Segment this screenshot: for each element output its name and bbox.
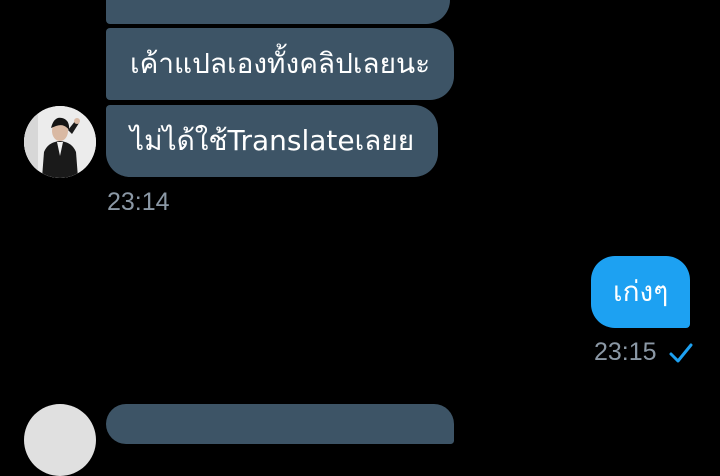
message-timestamp: 23:14 bbox=[107, 188, 170, 216]
check-icon bbox=[669, 343, 693, 363]
message-text: เค้าแปลเองทั้งคลิปเลยนะ bbox=[130, 47, 431, 80]
sender-avatar[interactable] bbox=[24, 404, 96, 476]
incoming-message-bubble[interactable] bbox=[106, 0, 450, 24]
incoming-message-bubble[interactable]: ไม่ได้ใช้Translateเลยย bbox=[106, 105, 439, 177]
incoming-message-bubble[interactable]: เค้าแปลเองทั้งคลิปเลยนะ bbox=[106, 28, 455, 100]
message-timestamp: 23:15 bbox=[594, 338, 657, 366]
sender-avatar[interactable] bbox=[24, 106, 96, 178]
avatar-image bbox=[24, 106, 96, 178]
message-text: ไม่ได้ใช้Translateเลยย bbox=[130, 124, 415, 157]
message-text: เก่งๆ bbox=[613, 275, 669, 308]
incoming-message-bubble[interactable] bbox=[106, 404, 454, 444]
outgoing-message-bubble[interactable]: เก่งๆ bbox=[591, 256, 691, 328]
